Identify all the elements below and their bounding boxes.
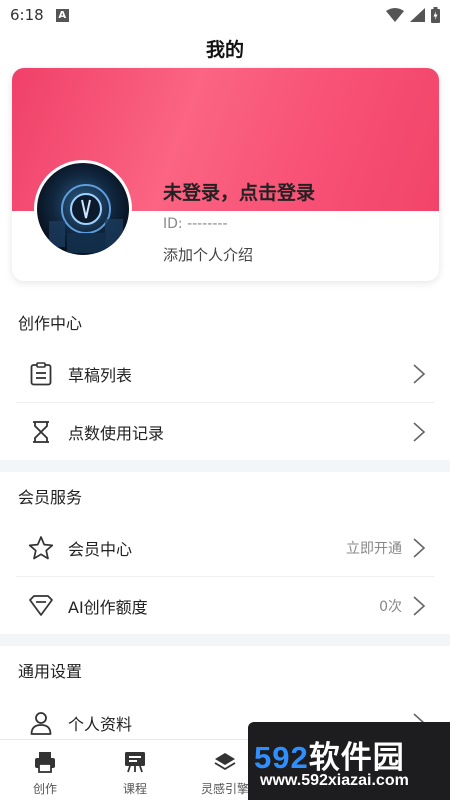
menu-item-label: 点数使用记录 bbox=[68, 423, 165, 443]
site-watermark: 592软件园 www.592xiazai.com bbox=[248, 722, 450, 800]
status-time: 6:18 bbox=[10, 6, 44, 24]
user-icon bbox=[28, 710, 54, 736]
chevron-right-icon bbox=[413, 421, 426, 442]
wifi-icon bbox=[386, 8, 404, 22]
clipboard-list-icon bbox=[28, 361, 54, 387]
watermark-logo-text: 软件园 bbox=[308, 740, 405, 775]
diamond-icon bbox=[28, 593, 54, 619]
watermark-url: www.592xiazai.com bbox=[260, 772, 409, 789]
menu-item-drafts[interactable]: 草稿列表 bbox=[16, 346, 434, 403]
star-icon bbox=[28, 535, 54, 561]
member-status-value: 立即开通 bbox=[346, 541, 402, 557]
section-member-services: 会员服务 会员中心 立即开通 AI创作额度 0次 bbox=[0, 472, 450, 634]
hourglass-icon bbox=[28, 419, 54, 445]
chevron-right-icon bbox=[413, 538, 426, 558]
tab-course[interactable]: 课程 bbox=[90, 740, 180, 800]
page-title: 我的 bbox=[205, 38, 244, 61]
chevron-right-icon bbox=[413, 595, 426, 616]
app-header: 我的 bbox=[0, 30, 450, 66]
menu-item-ai-quota[interactable]: AI创作额度 0次 bbox=[16, 577, 434, 634]
avatar[interactable] bbox=[34, 160, 132, 258]
menu-item-label: 草稿列表 bbox=[68, 366, 133, 385]
presentation-icon bbox=[123, 750, 147, 774]
section-creation-center: 创作中心 草稿列表 点数使用记录 bbox=[0, 298, 450, 460]
watermark-logo-number: 592 bbox=[254, 740, 309, 775]
tab-label: 课程 bbox=[122, 782, 147, 796]
tab-label: 灵感引擎 bbox=[200, 782, 249, 796]
status-bar: 6:18 A bbox=[0, 0, 450, 30]
tab-create[interactable]: 创作 bbox=[0, 740, 90, 800]
status-icons bbox=[386, 7, 440, 23]
printer-icon bbox=[33, 750, 57, 774]
chevron-right-icon bbox=[413, 364, 426, 384]
watermark-logo: 592软件园 bbox=[254, 732, 405, 777]
notification-badge-icon: A bbox=[55, 8, 69, 22]
login-prompt[interactable]: 未登录，点击登录 bbox=[163, 178, 315, 205]
section-title: 通用设置 bbox=[18, 662, 83, 681]
ai-quota-value: 0次 bbox=[379, 598, 402, 615]
avatar-image bbox=[49, 184, 123, 253]
menu-item-label: 个人资料 bbox=[68, 714, 133, 734]
menu-item-label: 会员中心 bbox=[68, 540, 133, 559]
section-title: 创作中心 bbox=[18, 314, 83, 333]
menu-item-points-history[interactable]: 点数使用记录 bbox=[16, 403, 434, 460]
tab-label: 创作 bbox=[32, 782, 57, 796]
profile-card[interactable]: 未登录，点击登录 ID: -------- 添加个人介绍 bbox=[12, 68, 439, 281]
signal-icon bbox=[410, 8, 425, 22]
battery-icon bbox=[431, 7, 440, 23]
profile-intro[interactable]: 添加个人介绍 bbox=[163, 244, 253, 265]
user-id: ID: -------- bbox=[163, 216, 228, 232]
section-title: 会员服务 bbox=[18, 488, 83, 507]
layers-icon bbox=[213, 750, 237, 774]
menu-item-label: AI创作额度 bbox=[68, 597, 148, 617]
menu-item-member-center[interactable]: 会员中心 立即开通 bbox=[16, 520, 434, 577]
